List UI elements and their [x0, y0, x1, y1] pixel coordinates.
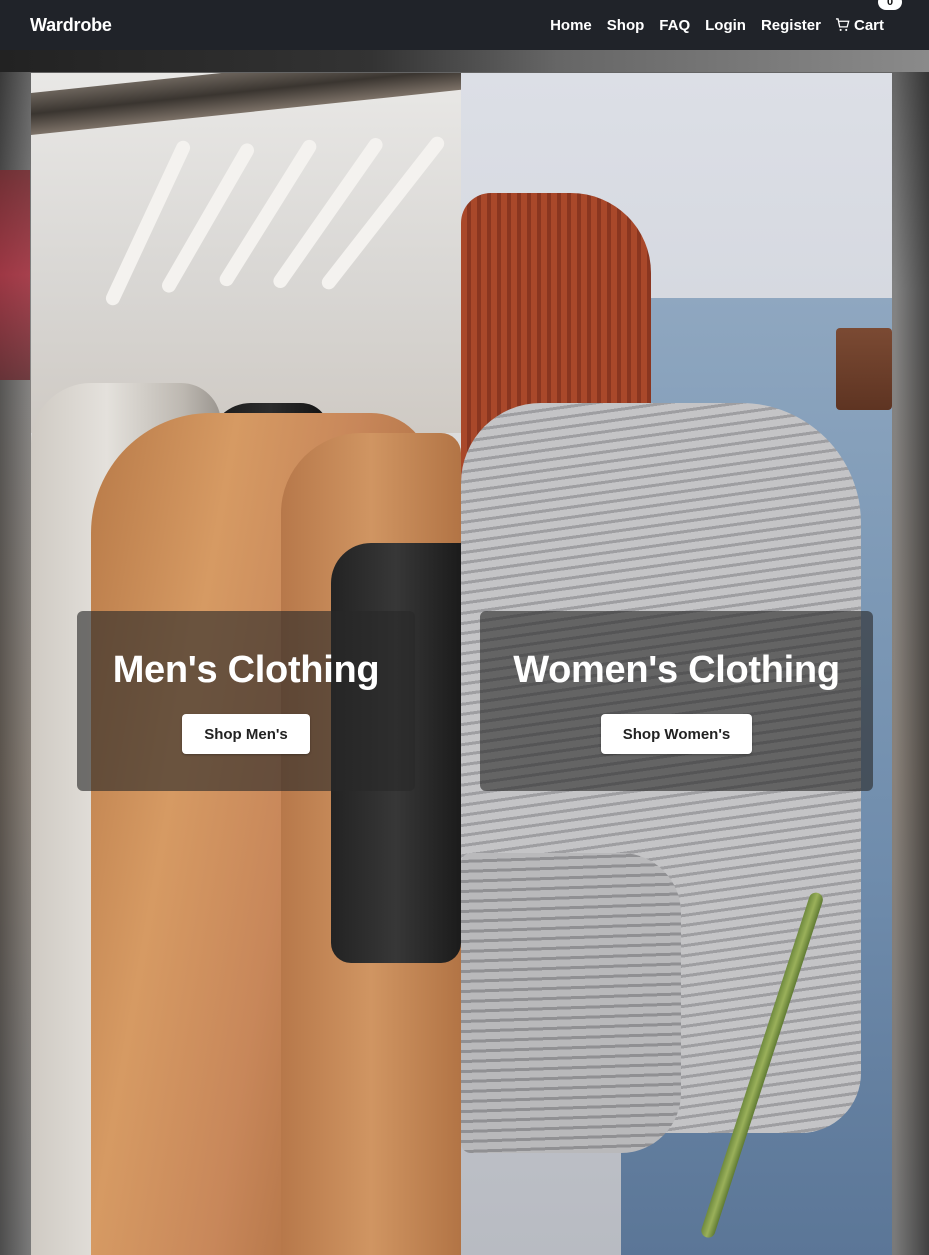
background-blur-top	[0, 50, 929, 72]
mens-overlay: Men's Clothing Shop Men's	[77, 611, 415, 791]
navbar: Wardrobe Home Shop FAQ Login Register Ca…	[0, 0, 929, 50]
cart-link[interactable]: Cart 0	[835, 0, 902, 34]
background-blur-red	[0, 170, 30, 380]
womens-heading: Women's Clothing	[513, 649, 840, 691]
brand-logo[interactable]: Wardrobe	[30, 15, 112, 36]
nav-home-link[interactable]: Home	[550, 17, 592, 34]
nav-faq-link[interactable]: FAQ	[659, 17, 690, 34]
shop-mens-button[interactable]: Shop Men's	[182, 714, 310, 754]
nav-register-link[interactable]: Register	[761, 17, 821, 34]
shop-womens-button[interactable]: Shop Women's	[600, 714, 753, 754]
nav-links: Home Shop FAQ Login Register Cart 0	[535, 0, 902, 34]
womens-overlay: Women's Clothing Shop Women's	[480, 611, 873, 791]
mens-category-panel[interactable]: Men's Clothing Shop Men's	[31, 73, 461, 1255]
nav-shop-link[interactable]: Shop	[607, 17, 645, 34]
shopping-cart-icon	[835, 18, 850, 31]
womens-photo-jeans-patch	[836, 328, 892, 410]
womens-category-panel[interactable]: Women's Clothing Shop Women's	[461, 73, 892, 1255]
mens-heading: Men's Clothing	[112, 649, 380, 691]
cart-label: Cart	[853, 16, 884, 34]
cart-count-badge: 0	[878, 0, 902, 10]
womens-photo-sleeve	[461, 853, 681, 1153]
nav-login-link[interactable]: Login	[705, 17, 746, 34]
